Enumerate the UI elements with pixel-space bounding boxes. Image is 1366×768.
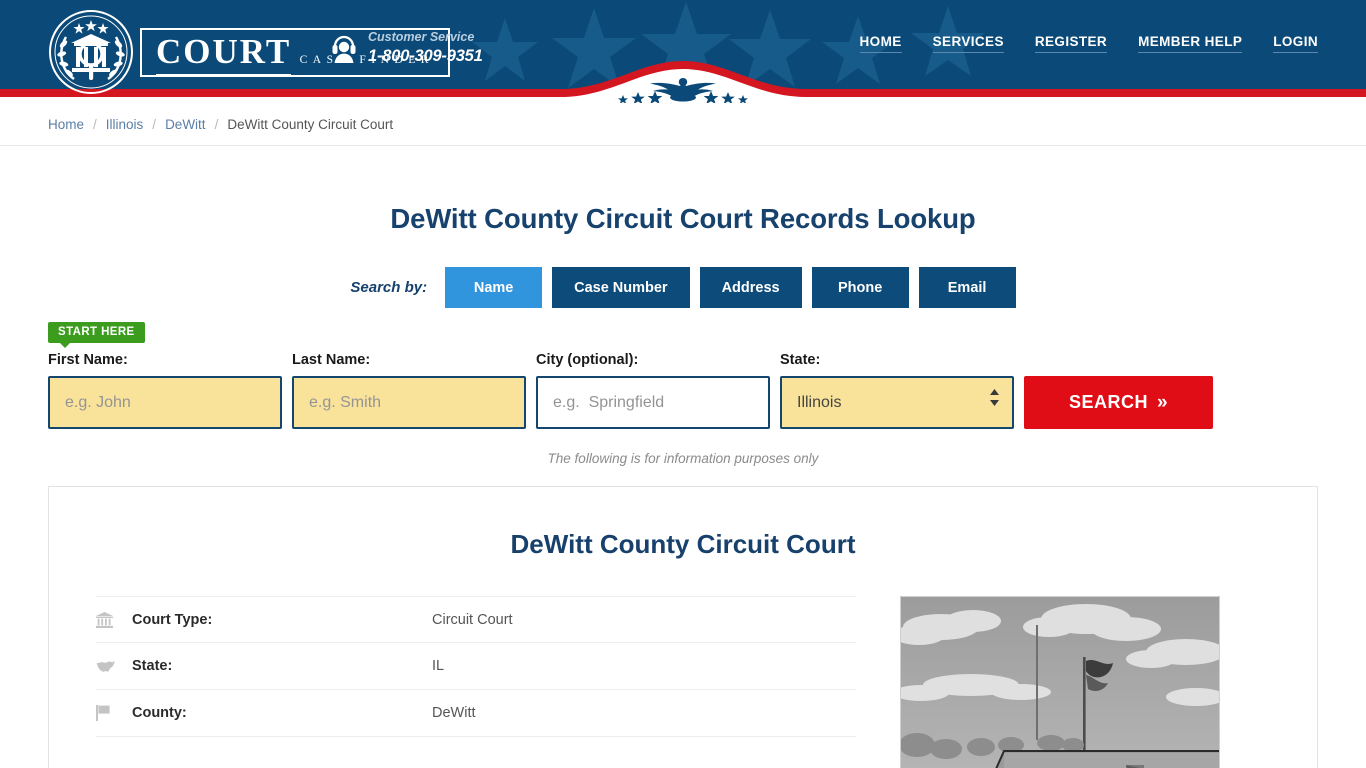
customer-service-block: Customer Service 1-800-309-9351: [331, 30, 483, 66]
court-info-table: Court Type: Circuit Court State: IL: [96, 596, 856, 768]
breadcrumb-bar: Home / Illinois / DeWitt / DeWitt County…: [0, 103, 1366, 146]
main-content: DeWitt County Circuit Court Records Look…: [48, 203, 1318, 768]
nav-item-home[interactable]: HOME: [860, 34, 902, 53]
search-button-label: SEARCH: [1069, 392, 1148, 413]
nav-item-services[interactable]: SERVICES: [933, 34, 1004, 53]
chevron-double-right-icon: »: [1157, 392, 1168, 414]
tab-name[interactable]: Name: [445, 267, 542, 308]
breadcrumb-item-current: DeWitt County Circuit Court: [227, 117, 393, 132]
flag-icon: [96, 705, 132, 721]
breadcrumb-item-home[interactable]: Home: [48, 117, 84, 132]
state-select[interactable]: Illinois: [780, 376, 1014, 429]
tab-email[interactable]: Email: [919, 267, 1016, 308]
court-type-value: Circuit Court: [432, 612, 513, 628]
court-detail-card: DeWitt County Circuit Court: [48, 486, 1318, 768]
table-row: State: IL: [96, 643, 856, 690]
court-detail-body: Court Type: Circuit Court State: IL: [96, 596, 1270, 768]
table-row: County: DeWitt: [96, 690, 856, 737]
first-name-field-group: First Name:: [48, 352, 282, 429]
search-button[interactable]: SEARCH »: [1024, 376, 1213, 429]
court-search-form: First Name: Last Name: City (optional): …: [48, 352, 1318, 429]
first-name-input[interactable]: [48, 376, 282, 429]
start-here-row: START HERE: [48, 322, 1318, 346]
page-title: DeWitt County Circuit Court Records Look…: [48, 203, 1318, 235]
customer-service-label: Customer Service: [368, 30, 483, 46]
search-by-tabs: Search by: Name Case Number Address Phon…: [48, 267, 1318, 308]
breadcrumb-item-dewitt[interactable]: DeWitt: [165, 117, 206, 132]
last-name-field-group: Last Name:: [292, 352, 526, 429]
state-label: State:: [132, 658, 432, 674]
breadcrumb-separator: /: [215, 117, 219, 132]
breadcrumb-separator: /: [93, 117, 97, 132]
city-input[interactable]: [536, 376, 770, 429]
city-label: City (optional):: [536, 352, 770, 368]
customer-service-phone[interactable]: 1-800-309-9351: [368, 46, 483, 67]
search-by-label: Search by:: [350, 279, 427, 296]
courthouse-building-photo: [900, 596, 1220, 768]
tab-case-number[interactable]: Case Number: [552, 267, 689, 308]
main-navigation: HOME SERVICES REGISTER MEMBER HELP LOGIN: [860, 34, 1318, 53]
headset-support-icon: [331, 33, 357, 63]
last-name-input[interactable]: [292, 376, 526, 429]
tab-phone[interactable]: Phone: [812, 267, 909, 308]
nav-item-login[interactable]: LOGIN: [1273, 34, 1318, 53]
bank-building-icon: [96, 612, 132, 628]
state-label: State:: [780, 352, 1014, 368]
table-row: Court Type: Circuit Court: [96, 596, 856, 643]
disclaimer-text: The following is for information purpose…: [48, 451, 1318, 466]
state-field-group: State: Illinois: [780, 352, 1014, 429]
breadcrumb-item-illinois[interactable]: Illinois: [106, 117, 144, 132]
court-type-label: Court Type:: [132, 612, 432, 628]
logo-main-text: COURT: [156, 32, 291, 76]
breadcrumb-separator: /: [152, 117, 156, 132]
court-seal-icon: [48, 9, 134, 95]
court-name-heading: DeWitt County Circuit Court: [96, 529, 1270, 560]
city-field-group: City (optional):: [536, 352, 770, 429]
county-label: County:: [132, 705, 432, 721]
nav-item-register[interactable]: REGISTER: [1035, 34, 1107, 53]
breadcrumb: Home / Illinois / DeWitt / DeWitt County…: [48, 103, 1318, 146]
last-name-label: Last Name:: [292, 352, 526, 368]
tab-address[interactable]: Address: [700, 267, 802, 308]
nav-item-member-help[interactable]: MEMBER HELP: [1138, 34, 1242, 53]
state-value: IL: [432, 658, 444, 674]
county-value: DeWitt: [432, 705, 476, 721]
site-header: COURT CASE FINDER Customer Service 1-800…: [0, 0, 1366, 103]
usa-map-icon: [96, 660, 132, 673]
first-name-label: First Name:: [48, 352, 282, 368]
start-here-badge: START HERE: [48, 322, 145, 343]
